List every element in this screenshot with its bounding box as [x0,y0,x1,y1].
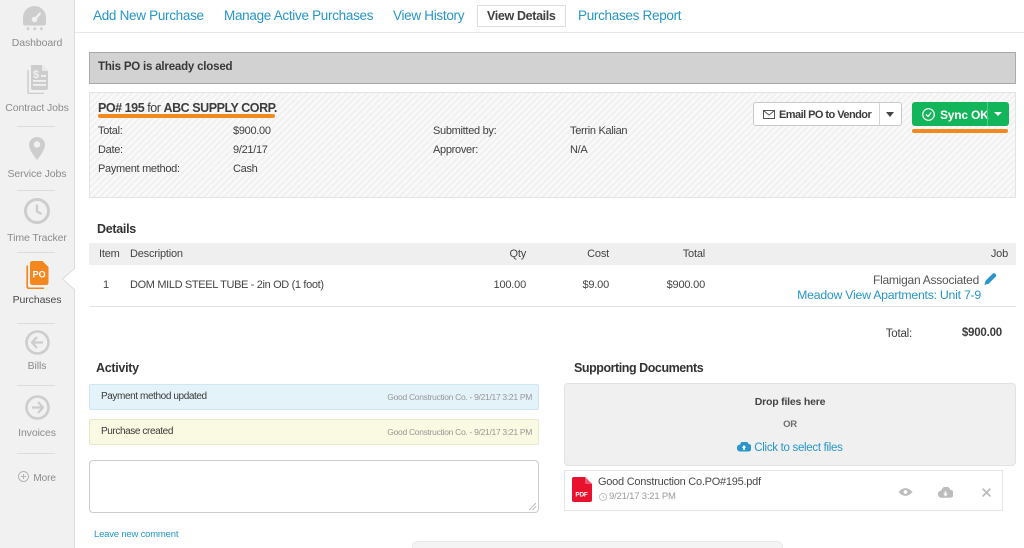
svg-text:PDF: PDF [575,492,587,499]
svg-text:$: $ [33,69,39,81]
svg-text:PO: PO [33,269,46,279]
